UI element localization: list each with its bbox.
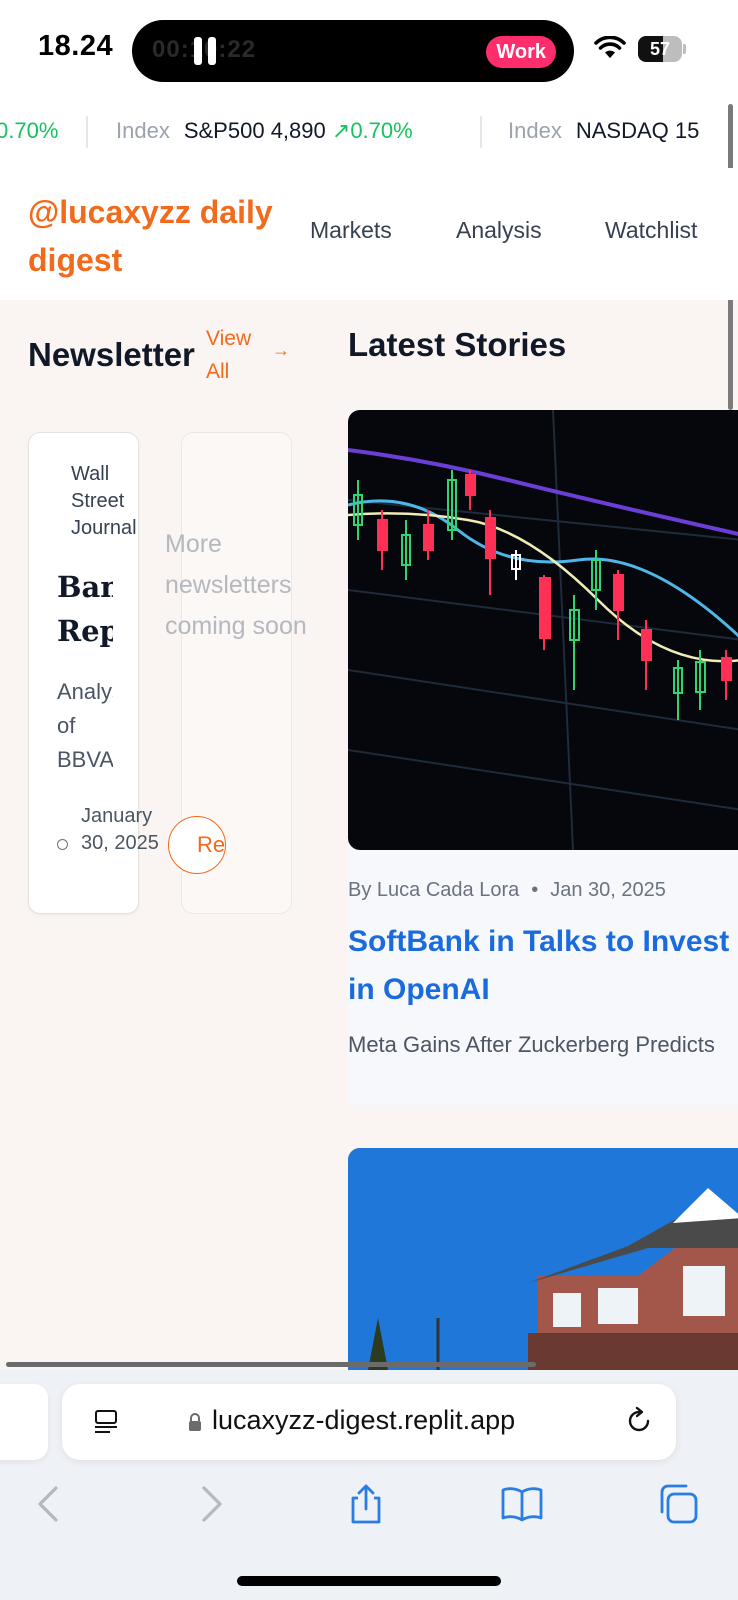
ticker-symbol: S&P500 xyxy=(183,118,265,143)
newsletter-source: Wall Street Journal xyxy=(71,463,137,539)
ticker-item: 0.70% xyxy=(0,118,58,144)
home-indicator xyxy=(237,1576,501,1586)
horizontal-scrollbar[interactable] xyxy=(6,1362,536,1367)
url-text[interactable]: lucaxyzz-digest.replit.app xyxy=(212,1405,515,1436)
battery-percent: 57 xyxy=(649,39,671,59)
ticker-value: 4,890 xyxy=(270,118,326,143)
lock-icon xyxy=(189,1413,201,1431)
dynamic-island[interactable]: 00:10:22 Work xyxy=(132,20,574,82)
nav-analysis[interactable]: Analysis xyxy=(456,217,542,244)
clock-icon xyxy=(57,839,68,850)
ticker-symbol: NASDAQ xyxy=(575,118,669,143)
bookmarks-icon[interactable] xyxy=(500,1482,544,1526)
latest-stories-heading: Latest Stories xyxy=(348,326,567,363)
pause-icon[interactable] xyxy=(194,37,218,65)
newsletter-title[interactable]: Banks Report xyxy=(57,565,113,655)
story-meta: By Luca Cada Lora • Jan 30, 2025 xyxy=(348,879,666,901)
tabs-icon[interactable] xyxy=(656,1482,700,1526)
story-date: Jan 30, 2025 xyxy=(550,879,666,901)
arrow-right-icon[interactable]: → xyxy=(272,340,290,361)
reload-icon[interactable] xyxy=(624,1406,654,1436)
status-time: 18.24 xyxy=(38,30,114,62)
forward-icon[interactable] xyxy=(188,1482,232,1526)
back-icon[interactable] xyxy=(28,1482,72,1526)
ticker-item: Index NASDAQ 15 xyxy=(508,118,699,144)
work-badge: Work xyxy=(486,36,556,68)
story-excerpt: Meta Gains After Zuckerberg Predicts xyxy=(348,1032,715,1057)
newsletter-description: Analysis of BBVA xyxy=(57,679,113,772)
ticker-change: 0.70% xyxy=(0,118,59,143)
ticker-change: 0.70% xyxy=(350,118,413,143)
nav-watchlist[interactable]: Watchlist xyxy=(605,217,697,244)
ticker-divider xyxy=(86,116,88,148)
story-title-link[interactable]: SoftBank in Talks to Invest in OpenAI xyxy=(348,918,738,1014)
site-header: @lucaxyzz daily digest Markets Analysis … xyxy=(0,168,738,300)
previous-tab-preview[interactable] xyxy=(0,1384,48,1460)
story-author: By Luca Cada Lora xyxy=(348,879,520,901)
status-bar: 18.24 00:10:22 Work 57 xyxy=(0,0,738,98)
market-ticker: 0.70% Index S&P500 4,890 ↗0.70% Index NASD… xyxy=(0,98,738,168)
ticker-prefix: Index xyxy=(116,118,170,143)
trend-up-icon: ↗ xyxy=(331,118,351,143)
nav-markets[interactable]: Markets xyxy=(310,217,392,244)
view-all-link[interactable]: View All xyxy=(206,322,266,388)
ticker-item: Index S&P500 4,890 ↗0.70% xyxy=(116,118,413,144)
story-image-house[interactable] xyxy=(348,1148,738,1370)
read-button[interactable]: Read xyxy=(168,816,226,874)
address-bar[interactable]: lucaxyzz-digest.replit.app xyxy=(62,1384,676,1460)
ticker-prefix: Index xyxy=(508,118,562,143)
site-brand[interactable]: @lucaxyzz daily digest xyxy=(28,188,298,284)
share-icon[interactable] xyxy=(344,1482,388,1526)
battery-icon: 57 xyxy=(638,36,686,62)
ticker-value: 15 xyxy=(674,118,700,143)
wifi-icon xyxy=(594,36,626,58)
ticker-divider xyxy=(480,116,482,148)
reader-mode-icon[interactable] xyxy=(92,1408,120,1436)
newsletter-date: January 30, 2025 xyxy=(81,805,159,854)
newsletter-heading: Newsletter xyxy=(28,336,195,373)
newsletter-card[interactable]: Wall Street Journal Banks Report Analysi… xyxy=(28,432,159,914)
coming-soon-text: More newsletters coming soon xyxy=(165,530,307,640)
story-image-candlestick-chart[interactable] xyxy=(348,410,738,850)
